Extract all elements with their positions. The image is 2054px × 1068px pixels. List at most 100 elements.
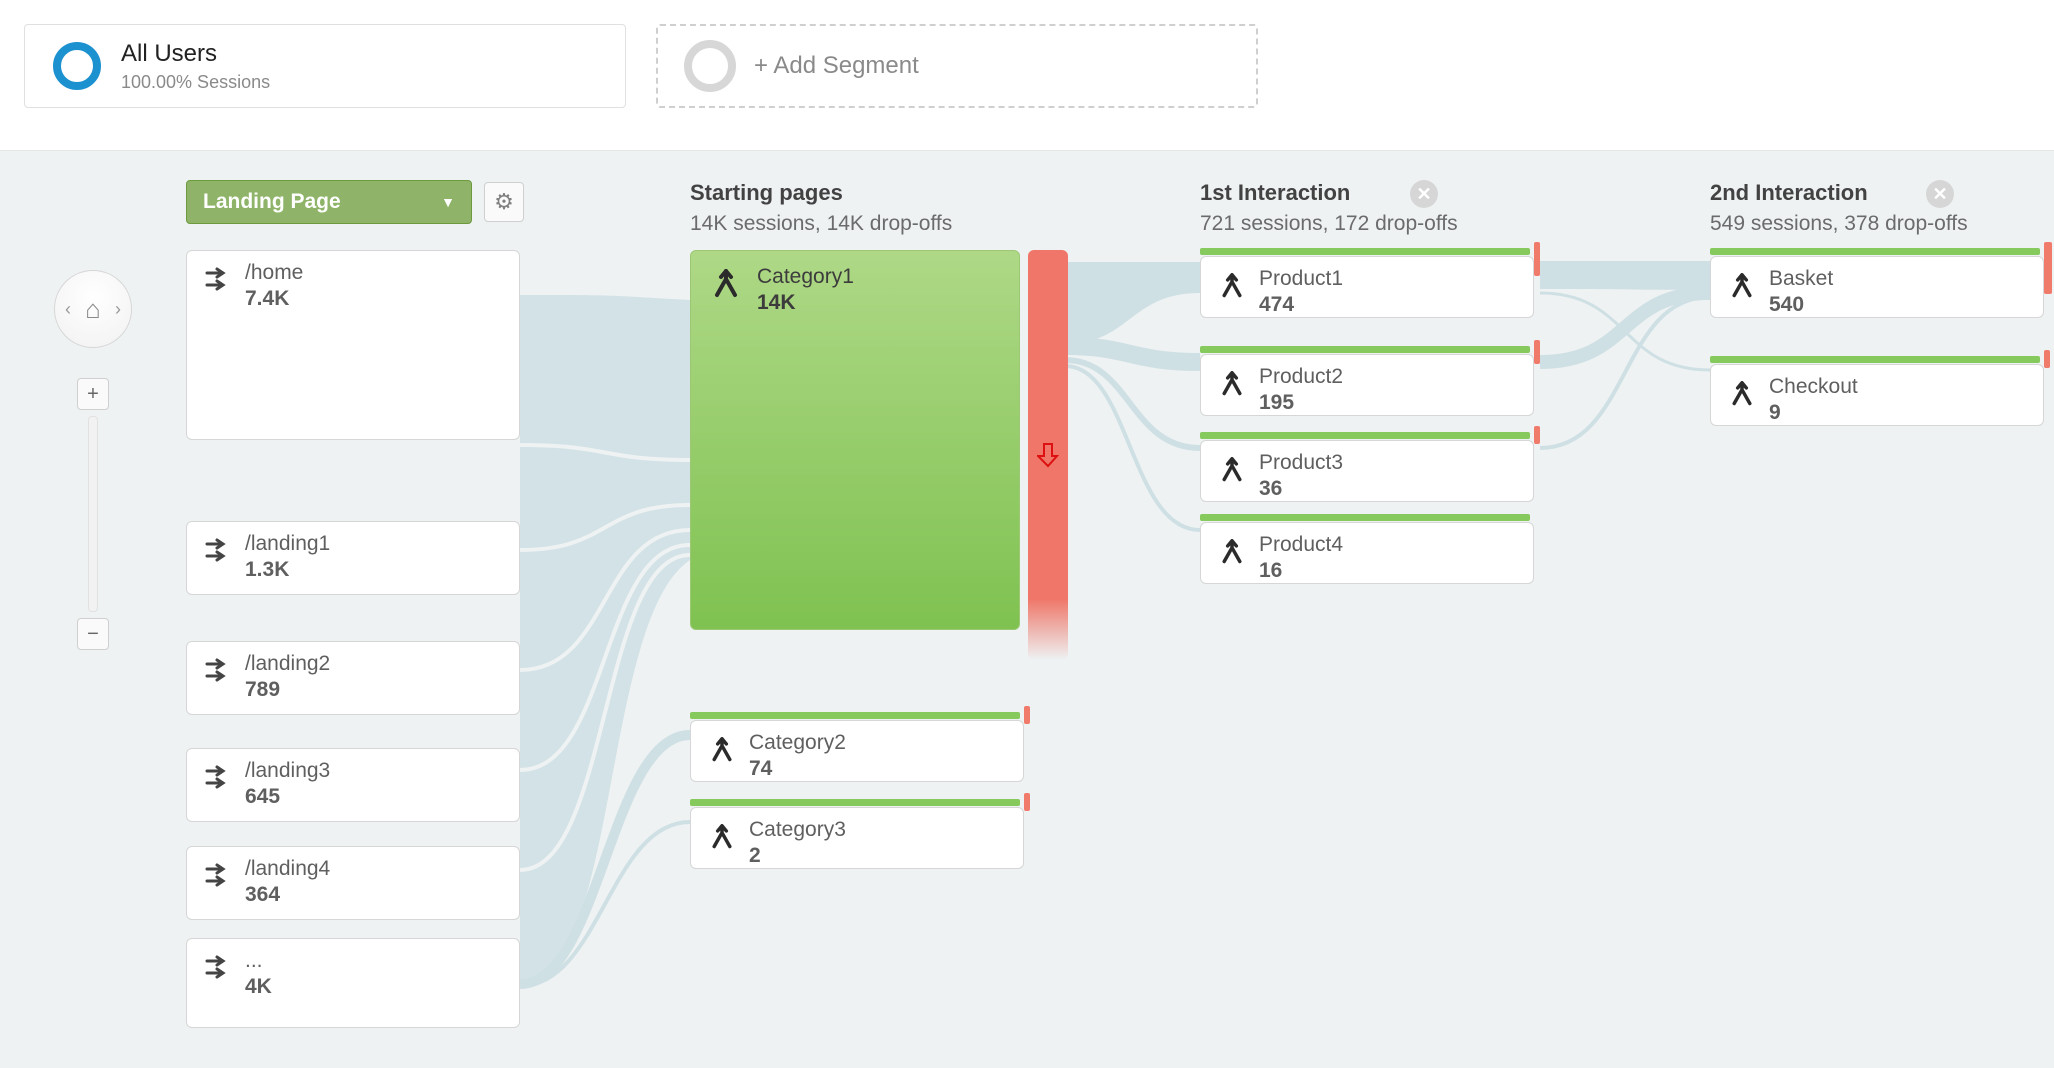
node-value: 7.4K [245, 287, 303, 311]
column-header-first: 1st Interaction 721 sessions, 172 drop-o… [1200, 180, 1458, 236]
merge-icon [1725, 381, 1759, 411]
landing-node-4[interactable]: /landing4 364 [186, 846, 520, 920]
second-node-basket[interactable]: Basket 540 [1710, 256, 2044, 318]
landing-node-home[interactable]: /home 7.4K [186, 250, 520, 440]
landing-node-2[interactable]: /landing2 789 [186, 641, 520, 715]
dropoff-tick [2044, 242, 2052, 294]
node-value: 364 [245, 883, 330, 907]
node-value: 540 [1769, 293, 1833, 317]
first-node-product2[interactable]: Product2 195 [1200, 354, 1534, 416]
add-segment-label: + Add Segment [754, 52, 919, 80]
node-top-bar [1200, 432, 1530, 439]
node-label: Product2 [1259, 365, 1343, 389]
merge-icon [707, 269, 745, 615]
merge-icon [705, 737, 739, 767]
merge-icon [1215, 273, 1249, 303]
dimension-dropdown[interactable]: Landing Page ▼ [186, 180, 472, 224]
column-sub: 14K sessions, 14K drop-offs [690, 212, 952, 236]
node-value: 1.3K [245, 558, 330, 582]
node-label: Category2 [749, 731, 846, 755]
landing-source-icon [201, 267, 235, 425]
dropoff-tick [2044, 350, 2050, 368]
add-segment-button[interactable]: + Add Segment [656, 24, 1258, 108]
home-icon: ⌂ [85, 294, 101, 325]
zoom-in-button[interactable]: + [77, 378, 109, 410]
landing-source-icon [201, 658, 235, 700]
segment-sub: 100.00% Sessions [121, 72, 270, 93]
node-label: Category1 [757, 265, 854, 289]
column-header-second: 2nd Interaction 549 sessions, 378 drop-o… [1710, 180, 1968, 236]
landing-node-more[interactable]: ... 4K [186, 938, 520, 1028]
landing-node-3[interactable]: /landing3 645 [186, 748, 520, 822]
node-value: 645 [245, 785, 330, 809]
node-value: 9 [1769, 401, 1858, 425]
merge-icon [1215, 371, 1249, 401]
node-value: 36 [1259, 477, 1343, 501]
node-label: Basket [1769, 267, 1833, 291]
node-top-bar [1200, 248, 1530, 255]
node-label: Product4 [1259, 533, 1343, 557]
nav-home-button[interactable]: ‹ ⌂ › [54, 270, 132, 348]
dropoff-bar-category1 [1028, 250, 1068, 660]
segment-pill-all-users[interactable]: All Users 100.00% Sessions [24, 24, 626, 108]
dropoff-tick [1534, 340, 1540, 364]
node-top-bar [690, 799, 1020, 806]
nav-prev-icon[interactable]: ‹ [65, 299, 71, 320]
node-value: 474 [1259, 293, 1343, 317]
dimension-label: Landing Page [203, 190, 341, 214]
nav-next-icon[interactable]: › [115, 299, 121, 320]
node-label: /home [245, 261, 303, 285]
node-label: ... [245, 949, 272, 973]
node-value: 14K [757, 291, 854, 315]
dimension-settings-button[interactable]: ⚙ [484, 182, 524, 222]
column-sub: 549 sessions, 378 drop-offs [1710, 212, 1968, 236]
dropoff-arrow-icon [1037, 442, 1059, 468]
node-label: /landing3 [245, 759, 330, 783]
zoom-slider-track[interactable] [88, 416, 98, 612]
dropoff-tick [1534, 426, 1540, 444]
zoom-out-button[interactable]: − [77, 618, 109, 650]
node-top-bar [1200, 514, 1530, 521]
node-value: 16 [1259, 559, 1343, 583]
merge-icon [1725, 273, 1759, 303]
zoom-control[interactable]: + − [77, 378, 109, 650]
dropoff-tick [1024, 793, 1030, 811]
landing-source-icon [201, 765, 235, 807]
node-label: /landing2 [245, 652, 330, 676]
node-label: Product3 [1259, 451, 1343, 475]
dropoff-tick [1024, 706, 1030, 724]
node-label: Product1 [1259, 267, 1343, 291]
column-title: Starting pages [690, 180, 952, 206]
node-value: 789 [245, 678, 330, 702]
column-close-button[interactable]: ✕ [1410, 180, 1438, 208]
landing-source-icon [201, 955, 235, 1013]
first-node-product3[interactable]: Product3 36 [1200, 440, 1534, 502]
node-top-bar [690, 712, 1020, 719]
starting-node-category2[interactable]: Category2 74 [690, 720, 1024, 782]
first-node-product4[interactable]: Product4 16 [1200, 522, 1534, 584]
node-label: Category3 [749, 818, 846, 842]
starting-node-category1[interactable]: Category1 14K [690, 250, 1020, 630]
landing-source-icon [201, 863, 235, 905]
close-icon: ✕ [1416, 184, 1431, 205]
landing-node-1[interactable]: /landing1 1.3K [186, 521, 520, 595]
node-value: 195 [1259, 391, 1343, 415]
landing-source-icon [201, 538, 235, 580]
chevron-down-icon: ▼ [441, 194, 455, 210]
node-top-bar [1710, 248, 2040, 255]
column-close-button[interactable]: ✕ [1926, 180, 1954, 208]
first-node-product1[interactable]: Product1 474 [1200, 256, 1534, 318]
node-label: /landing4 [245, 857, 330, 881]
dropoff-tick [1534, 242, 1540, 276]
merge-icon [1215, 457, 1249, 487]
close-icon: ✕ [1932, 184, 1947, 205]
add-segment-ring-icon [684, 40, 736, 92]
column-header-starting: Starting pages 14K sessions, 14K drop-of… [690, 180, 952, 236]
node-value: 74 [749, 757, 846, 781]
segment-name: All Users [121, 40, 270, 68]
segment-ring-icon [51, 40, 103, 92]
node-top-bar [1710, 356, 2040, 363]
merge-icon [1215, 539, 1249, 569]
second-node-checkout[interactable]: Checkout 9 [1710, 364, 2044, 426]
starting-node-category3[interactable]: Category3 2 [690, 807, 1024, 869]
